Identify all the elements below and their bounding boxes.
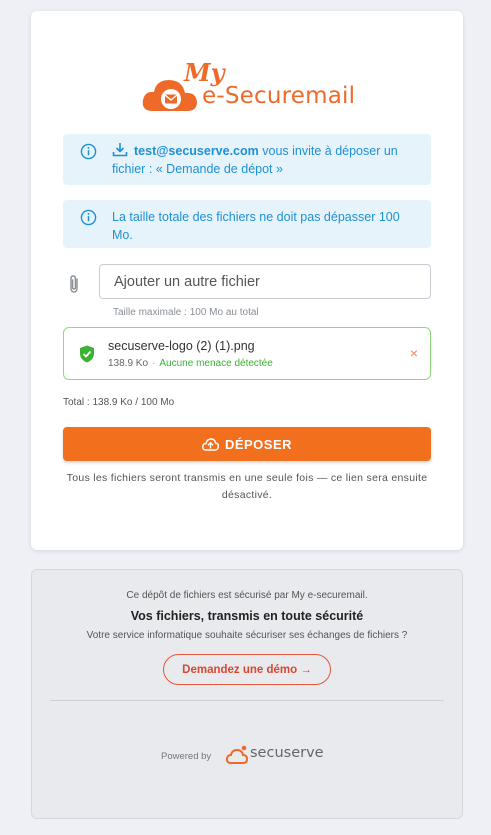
powered-by-label: Powered by (161, 751, 212, 762)
footer-headline: Vos fichiers, transmis en toute sécurité (130, 609, 364, 623)
invite-alert: test@secuserve.com vous invite à déposer… (63, 134, 431, 185)
invite-text-block: test@secuserve.com vous invite à déposer… (112, 142, 419, 178)
meta-separator: · (152, 358, 156, 369)
info-icon (80, 143, 97, 160)
brand-logo: My e-Securemail (141, 58, 366, 121)
remove-file-icon[interactable]: × (410, 345, 418, 361)
secuserve-logo[interactable]: secuserve (226, 744, 332, 766)
invite-email: test@secuserve.com (134, 144, 259, 158)
info-icon (80, 209, 97, 226)
file-item: secuserve-logo (2) (1).png 138.9 Ko · Aucu… (63, 327, 431, 380)
total-size: Total : 138.9 Ko / 100 Mo (63, 397, 175, 408)
partner-name: secuserve (250, 745, 324, 761)
footer-divider (50, 700, 444, 701)
size-limit-alert: La taille totale des fichiers ne doit pa… (63, 200, 431, 248)
file-size: 138.9 Ko (108, 358, 149, 369)
footer-secured-by: Ce dépôt de fichiers est sécurisé par My… (126, 590, 368, 601)
paperclip-icon[interactable] (66, 274, 82, 294)
demo-button[interactable]: Demandez une démo → (163, 654, 331, 685)
footer-panel: Ce dépôt de fichiers est sécurisé par My… (31, 569, 463, 819)
secuserve-cloud-icon (226, 745, 249, 764)
add-file-input[interactable] (99, 264, 431, 299)
download-icon (112, 143, 128, 157)
footer-question: Votre service informatique souhaite sécu… (86, 630, 408, 641)
file-meta: 138.9 Ko · Aucune menace détectée (108, 358, 273, 369)
scan-status: Aucune menace détectée (159, 358, 273, 369)
max-size-hint: Taille maximale : 100 Mo au total (113, 307, 259, 318)
file-name: secuserve-logo (2) (1).png (108, 339, 255, 353)
logo-text: e-Securemail (202, 83, 356, 109)
submit-button[interactable]: DÉPOSER (63, 427, 431, 461)
upload-card: My e-Securemail test@secuserve.com vous … (31, 11, 463, 550)
shield-check-icon (80, 345, 94, 363)
transfer-notice: Tous les fichiers seront transmis en une… (66, 472, 428, 501)
submit-label: DÉPOSER (224, 436, 293, 452)
cloud-upload-icon (202, 437, 219, 451)
size-limit-text: La taille totale des fichiers ne doit pa… (112, 210, 400, 242)
